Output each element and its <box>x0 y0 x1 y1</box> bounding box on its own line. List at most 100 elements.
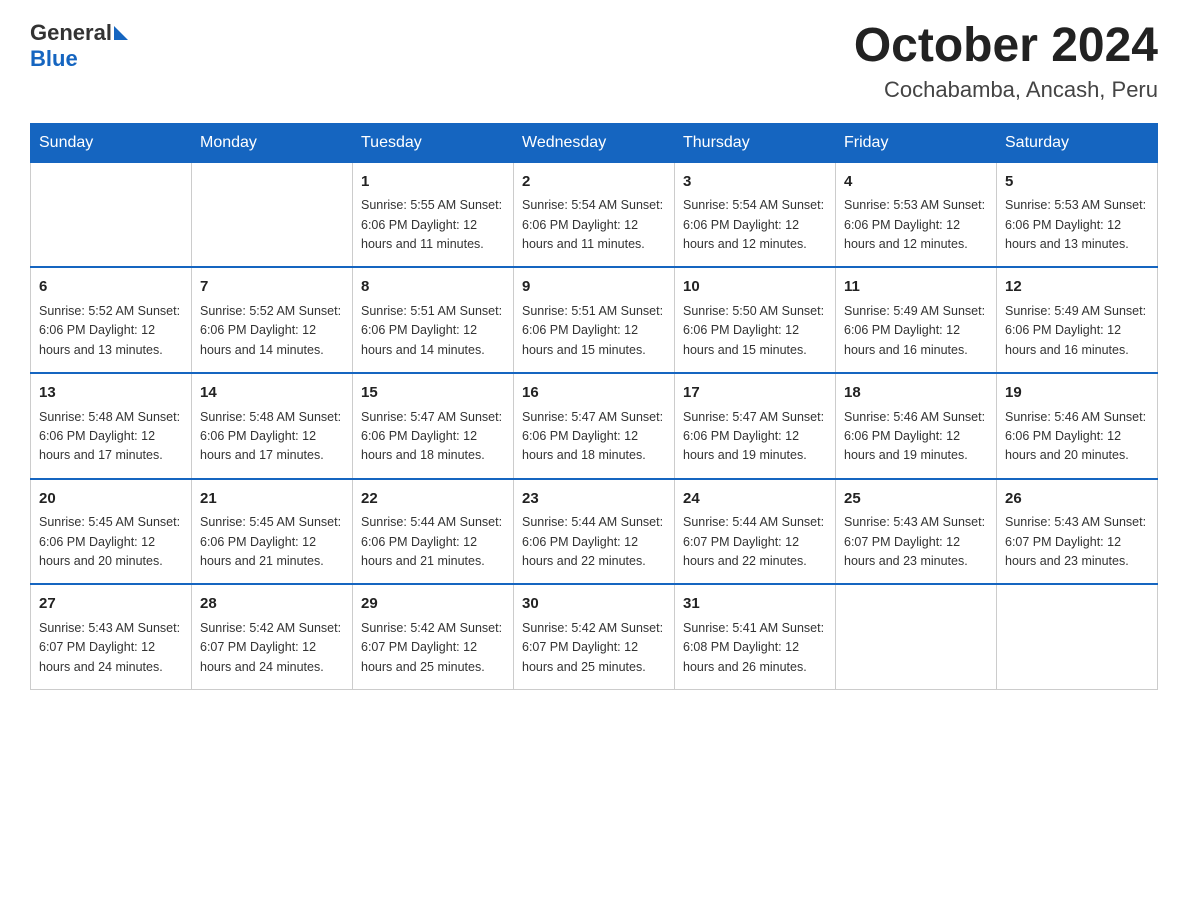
calendar-cell <box>997 584 1158 689</box>
day-info: Sunrise: 5:48 AM Sunset: 6:06 PM Dayligh… <box>39 408 183 466</box>
calendar-cell: 15 Sunrise: 5:47 AM Sunset: 6:06 PM Dayli… <box>353 373 514 479</box>
calendar-cell: 19Sunrise: 5:46 AM Sunset: 6:06 PM Dayli… <box>997 373 1158 479</box>
day-info: Sunrise: 5:49 AM Sunset: 6:06 PM Dayligh… <box>844 302 988 360</box>
day-info: Sunrise: 5:43 AM Sunset: 6:07 PM Dayligh… <box>844 513 988 571</box>
logo-triangle-icon <box>114 26 128 40</box>
calendar-week-row: 27 Sunrise: 5:43 AM Sunset: 6:07 PM Dayli… <box>31 584 1158 689</box>
calendar-cell: 4Sunrise: 5:53 AM Sunset: 6:06 PM Daylig… <box>836 162 997 267</box>
day-number: 24 <box>683 488 827 511</box>
day-info: Sunrise: 5:42 AM Sunset: 6:07 PM Dayligh… <box>522 619 666 677</box>
calendar-cell: 1Sunrise: 5:55 AM Sunset: 6:06 PM Daylig… <box>353 162 514 267</box>
day-number: 18 <box>844 382 988 405</box>
calendar-week-row: 1Sunrise: 5:55 AM Sunset: 6:06 PM Daylig… <box>31 162 1158 267</box>
day-number: 17 <box>683 382 827 405</box>
day-number: 10 <box>683 276 827 299</box>
day-number: 23 <box>522 488 666 511</box>
day-info: Sunrise: 5:52 AM Sunset: 6:06 PM Dayligh… <box>200 302 344 360</box>
calendar-cell: 13 Sunrise: 5:48 AM Sunset: 6:06 PM Dayli… <box>31 373 192 479</box>
day-info: Sunrise: 5:45 AM Sunset: 6:06 PM Dayligh… <box>39 513 183 571</box>
calendar-cell: 22Sunrise: 5:44 AM Sunset: 6:06 PM Dayli… <box>353 479 514 585</box>
logo-general-text: General <box>30 20 112 46</box>
day-header-tuesday: Tuesday <box>353 123 514 162</box>
day-header-saturday: Saturday <box>997 123 1158 162</box>
calendar-week-row: 6 Sunrise: 5:52 AM Sunset: 6:06 PM Daylig… <box>31 267 1158 373</box>
calendar-header-row: SundayMondayTuesdayWednesdayThursdayFrid… <box>31 123 1158 162</box>
location-text: Cochabamba, Ancash, Peru <box>854 77 1158 103</box>
day-number: 26 <box>1005 488 1149 511</box>
day-number: 21 <box>200 488 344 511</box>
calendar-cell: 9 Sunrise: 5:51 AM Sunset: 6:06 PM Daylig… <box>514 267 675 373</box>
day-info: Sunrise: 5:50 AM Sunset: 6:06 PM Dayligh… <box>683 302 827 360</box>
day-number: 1 <box>361 171 505 194</box>
day-info: Sunrise: 5:51 AM Sunset: 6:06 PM Dayligh… <box>522 302 666 360</box>
day-info: Sunrise: 5:53 AM Sunset: 6:06 PM Dayligh… <box>1005 196 1149 254</box>
page-header: General Blue October 2024 Cochabamba, An… <box>30 20 1158 103</box>
day-info: Sunrise: 5:47 AM Sunset: 6:06 PM Dayligh… <box>361 408 505 466</box>
calendar-cell: 31 Sunrise: 5:41 AM Sunset: 6:08 PM Dayli… <box>675 584 836 689</box>
day-number: 28 <box>200 593 344 616</box>
calendar-cell: 28Sunrise: 5:42 AM Sunset: 6:07 PM Dayli… <box>192 584 353 689</box>
day-info: Sunrise: 5:41 AM Sunset: 6:08 PM Dayligh… <box>683 619 827 677</box>
calendar-cell: 8 Sunrise: 5:51 AM Sunset: 6:06 PM Daylig… <box>353 267 514 373</box>
calendar-cell: 16Sunrise: 5:47 AM Sunset: 6:06 PM Dayli… <box>514 373 675 479</box>
day-info: Sunrise: 5:42 AM Sunset: 6:07 PM Dayligh… <box>361 619 505 677</box>
day-number: 25 <box>844 488 988 511</box>
day-info: Sunrise: 5:43 AM Sunset: 6:07 PM Dayligh… <box>39 619 183 677</box>
day-number: 4 <box>844 171 988 194</box>
day-header-thursday: Thursday <box>675 123 836 162</box>
day-number: 6 <box>39 276 183 299</box>
day-number: 5 <box>1005 171 1149 194</box>
calendar-cell: 26Sunrise: 5:43 AM Sunset: 6:07 PM Dayli… <box>997 479 1158 585</box>
calendar-cell: 11Sunrise: 5:49 AM Sunset: 6:06 PM Dayli… <box>836 267 997 373</box>
day-info: Sunrise: 5:54 AM Sunset: 6:06 PM Dayligh… <box>683 196 827 254</box>
day-info: Sunrise: 5:45 AM Sunset: 6:06 PM Dayligh… <box>200 513 344 571</box>
title-area: October 2024 Cochabamba, Ancash, Peru <box>854 20 1158 103</box>
day-info: Sunrise: 5:51 AM Sunset: 6:06 PM Dayligh… <box>361 302 505 360</box>
day-number: 22 <box>361 488 505 511</box>
day-number: 27 <box>39 593 183 616</box>
calendar-cell: 7Sunrise: 5:52 AM Sunset: 6:06 PM Daylig… <box>192 267 353 373</box>
day-number: 16 <box>522 382 666 405</box>
calendar-cell: 29 Sunrise: 5:42 AM Sunset: 6:07 PM Dayli… <box>353 584 514 689</box>
day-info: Sunrise: 5:46 AM Sunset: 6:06 PM Dayligh… <box>844 408 988 466</box>
calendar-cell: 30 Sunrise: 5:42 AM Sunset: 6:07 PM Dayli… <box>514 584 675 689</box>
calendar-cell: 17 Sunrise: 5:47 AM Sunset: 6:06 PM Dayli… <box>675 373 836 479</box>
day-info: Sunrise: 5:43 AM Sunset: 6:07 PM Dayligh… <box>1005 513 1149 571</box>
logo: General Blue <box>30 20 128 72</box>
calendar-cell: 20Sunrise: 5:45 AM Sunset: 6:06 PM Dayli… <box>31 479 192 585</box>
day-info: Sunrise: 5:49 AM Sunset: 6:06 PM Dayligh… <box>1005 302 1149 360</box>
day-info: Sunrise: 5:48 AM Sunset: 6:06 PM Dayligh… <box>200 408 344 466</box>
calendar-cell: 25Sunrise: 5:43 AM Sunset: 6:07 PM Dayli… <box>836 479 997 585</box>
calendar-cell <box>836 584 997 689</box>
day-number: 30 <box>522 593 666 616</box>
day-number: 31 <box>683 593 827 616</box>
calendar-cell: 24Sunrise: 5:44 AM Sunset: 6:07 PM Dayli… <box>675 479 836 585</box>
calendar-cell: 12 Sunrise: 5:49 AM Sunset: 6:06 PM Dayli… <box>997 267 1158 373</box>
day-number: 14 <box>200 382 344 405</box>
calendar-week-row: 20Sunrise: 5:45 AM Sunset: 6:06 PM Dayli… <box>31 479 1158 585</box>
day-header-sunday: Sunday <box>31 123 192 162</box>
day-number: 8 <box>361 276 505 299</box>
calendar-cell <box>192 162 353 267</box>
calendar-cell: 2Sunrise: 5:54 AM Sunset: 6:06 PM Daylig… <box>514 162 675 267</box>
calendar-cell <box>31 162 192 267</box>
calendar-cell: 23Sunrise: 5:44 AM Sunset: 6:06 PM Dayli… <box>514 479 675 585</box>
day-number: 29 <box>361 593 505 616</box>
day-header-wednesday: Wednesday <box>514 123 675 162</box>
day-info: Sunrise: 5:46 AM Sunset: 6:06 PM Dayligh… <box>1005 408 1149 466</box>
calendar-cell: 14 Sunrise: 5:48 AM Sunset: 6:06 PM Dayli… <box>192 373 353 479</box>
logo-blue-text: Blue <box>30 46 78 72</box>
day-info: Sunrise: 5:55 AM Sunset: 6:06 PM Dayligh… <box>361 196 505 254</box>
day-info: Sunrise: 5:44 AM Sunset: 6:06 PM Dayligh… <box>522 513 666 571</box>
day-info: Sunrise: 5:47 AM Sunset: 6:06 PM Dayligh… <box>683 408 827 466</box>
day-header-friday: Friday <box>836 123 997 162</box>
day-number: 9 <box>522 276 666 299</box>
calendar-week-row: 13 Sunrise: 5:48 AM Sunset: 6:06 PM Dayli… <box>31 373 1158 479</box>
day-number: 15 <box>361 382 505 405</box>
day-number: 3 <box>683 171 827 194</box>
day-number: 12 <box>1005 276 1149 299</box>
day-number: 20 <box>39 488 183 511</box>
calendar-cell: 10 Sunrise: 5:50 AM Sunset: 6:06 PM Dayli… <box>675 267 836 373</box>
day-number: 13 <box>39 382 183 405</box>
calendar-cell: 5Sunrise: 5:53 AM Sunset: 6:06 PM Daylig… <box>997 162 1158 267</box>
